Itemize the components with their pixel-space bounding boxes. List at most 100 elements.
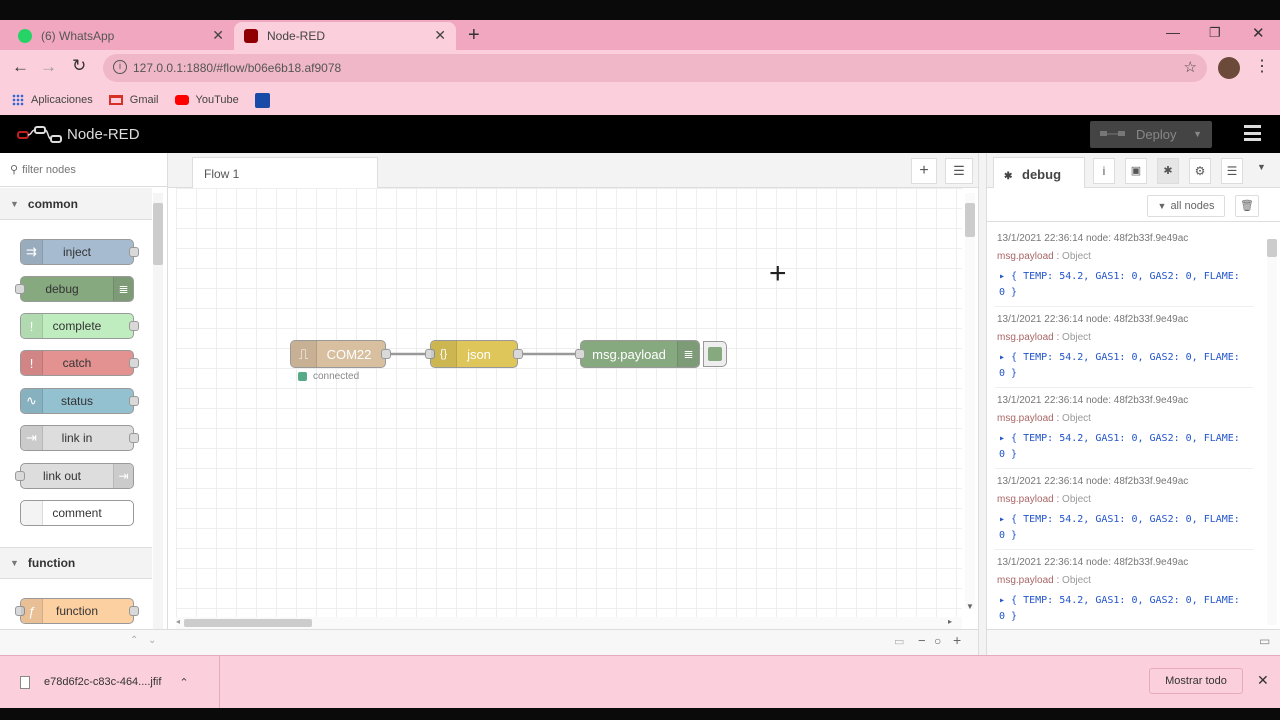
download-item[interactable]: e78d6f2c-c83c-464....jfif ⌃ — [0, 656, 220, 708]
scroll-right-icon[interactable]: ▸ — [948, 617, 952, 626]
minimize-button[interactable]: — — [1166, 24, 1180, 40]
debug-toggle-button[interactable] — [703, 341, 727, 367]
deploy-label: Deploy — [1136, 127, 1177, 142]
bookmark-square-icon — [254, 92, 270, 108]
address-bar[interactable]: i 127.0.0.1:1880/#flow/b06e6b18.af9078 ☆ — [103, 54, 1207, 82]
palette-node-catch[interactable]: ! catch — [20, 350, 139, 376]
category-common[interactable]: ▼ common — [0, 188, 152, 220]
palette-node-status[interactable]: ∿ status — [20, 388, 139, 414]
info-tab-icon[interactable]: i — [1093, 158, 1115, 184]
avatar[interactable] — [1218, 57, 1240, 79]
info-icon[interactable]: i — [113, 60, 127, 74]
bookmark-youtube[interactable]: YouTube — [174, 94, 239, 106]
tab-debug[interactable]: ✱ debug — [993, 157, 1085, 188]
input-port[interactable] — [575, 349, 585, 359]
sidebar-splitter[interactable] — [978, 153, 986, 655]
filter-input[interactable] — [22, 163, 143, 176]
zoom-out-button[interactable]: − — [918, 633, 926, 648]
tab-flow-1[interactable]: Flow 1 — [192, 157, 378, 188]
close-icon[interactable]: ✕ — [434, 27, 446, 44]
scrollbar-thumb[interactable] — [184, 619, 312, 627]
scrollbar-thumb[interactable] — [965, 203, 975, 237]
palette-node-inject[interactable]: ⇉ inject — [20, 239, 139, 265]
filter-nodes-button[interactable]: ▼ all nodes — [1147, 195, 1225, 217]
zoom-reset-button[interactable]: ○ — [934, 634, 941, 648]
help-book-icon[interactable]: ▣ — [1125, 158, 1147, 184]
node-red-header: Node-RED Deploy ▼ — [0, 115, 1280, 153]
chevron-down-icon[interactable]: ▼ — [1257, 162, 1266, 172]
chevron-up-icon[interactable]: ⌃ — [179, 676, 188, 689]
palette-node-comment[interactable]: comment — [20, 500, 134, 526]
flow-canvas[interactable]: ⎍ COM22 connected {} json msg.payload ≣ — [176, 188, 962, 617]
debug-message[interactable]: 13/1/2021 22:36:14 node: 48f2b33f.9e49ac… — [995, 553, 1253, 629]
bookmark-apps[interactable]: Aplicaciones — [12, 94, 93, 106]
hamburger-menu-icon[interactable] — [1244, 125, 1261, 141]
debug-message[interactable]: 13/1/2021 22:36:14 node: 48f2b33f.9e49ac… — [995, 391, 1253, 469]
back-icon[interactable]: ← — [12, 57, 29, 77]
debug-icon: ≣ — [113, 277, 133, 301]
reload-icon[interactable]: ↻ — [72, 56, 86, 76]
tab-node-red[interactable]: Node-RED ✕ — [234, 22, 456, 50]
deploy-icon — [1100, 131, 1125, 136]
show-all-button[interactable]: Mostrar todo — [1149, 668, 1243, 694]
config-gear-icon[interactable]: ⚙ — [1189, 158, 1211, 184]
message-payload[interactable]: ▸ { TEMP: 54.2, GAS1: 0, GAS2: 0, FLAME:… — [999, 593, 1249, 625]
pulse-icon: ∿ — [21, 389, 43, 413]
debug-message[interactable]: 13/1/2021 22:36:14 node: 48f2b33f.9e49ac… — [995, 310, 1253, 388]
bookmark-gmail[interactable]: Gmail — [108, 94, 159, 106]
flow-list-icon[interactable]: ☰ — [945, 158, 973, 184]
collapse-up-icon[interactable]: ⌃ — [130, 635, 138, 646]
menu-icon[interactable]: ⋮ — [1254, 56, 1270, 76]
url-text: 127.0.0.1:1880/#flow/b06e6b18.af9078 — [133, 61, 342, 75]
deploy-button[interactable]: Deploy ▼ — [1090, 121, 1212, 148]
navigator-icon[interactable]: ▭ — [894, 635, 904, 648]
bookmark-extra[interactable] — [254, 92, 277, 108]
palette-node-link-in[interactable]: ⇥ link in — [20, 425, 139, 451]
close-icon[interactable]: ✕ — [212, 27, 224, 44]
message-payload[interactable]: ▸ { TEMP: 54.2, GAS1: 0, GAS2: 0, FLAME:… — [999, 512, 1249, 544]
debug-message[interactable]: 13/1/2021 22:36:14 node: 48f2b33f.9e49ac… — [995, 472, 1253, 550]
star-icon[interactable]: ☆ — [1184, 58, 1197, 76]
flow-node-debug[interactable]: msg.payload ≣ — [575, 340, 700, 368]
output-port[interactable] — [381, 349, 391, 359]
palette-node-complete[interactable]: ! complete — [20, 313, 139, 339]
message-payload[interactable]: ▸ { TEMP: 54.2, GAS1: 0, GAS2: 0, FLAME:… — [999, 350, 1249, 382]
palette-node-debug[interactable]: debug ≣ — [15, 276, 134, 302]
tab-whatsapp[interactable]: (6) WhatsApp ✕ — [8, 22, 234, 50]
output-port[interactable] — [513, 349, 523, 359]
scroll-left-icon[interactable]: ◂ — [176, 617, 180, 626]
context-data-icon[interactable]: ☰ — [1221, 158, 1243, 184]
horizontal-scrollbar[interactable]: ◂ ▸ — [176, 617, 962, 629]
close-icon[interactable]: ✕ — [1257, 672, 1269, 689]
scroll-down-icon[interactable]: ▼ — [966, 602, 974, 611]
close-window-button[interactable]: ✕ — [1252, 24, 1265, 42]
flow-node-com22[interactable]: ⎍ COM22 — [290, 340, 391, 368]
palette-scrollbar[interactable] — [153, 193, 163, 629]
clear-messages-trash-icon[interactable]: 🗑 — [1235, 195, 1259, 217]
collapse-down-icon[interactable]: ⌄ — [148, 635, 156, 646]
forward-icon[interactable]: → — [40, 57, 57, 77]
add-flow-button[interactable]: + — [911, 158, 937, 184]
scrollbar-thumb[interactable] — [1267, 239, 1277, 257]
palette-node-function[interactable]: ƒ function — [15, 598, 139, 624]
sidebar-scrollbar[interactable] — [1267, 239, 1277, 625]
vertical-scrollbar[interactable]: ▼ — [965, 193, 975, 611]
new-tab-button[interactable]: + — [468, 24, 480, 47]
zoom-in-button[interactable]: + — [953, 632, 961, 648]
palette-filter[interactable]: ⚲ — [0, 153, 168, 187]
debug-icon: ≣ — [677, 341, 699, 367]
open-window-icon[interactable]: ▭ — [1259, 634, 1270, 648]
palette-node-link-out[interactable]: link out ⇥ — [15, 463, 134, 489]
debug-message[interactable]: 13/1/2021 22:36:14 node: 48f2b33f.9e49ac… — [995, 229, 1253, 307]
category-function[interactable]: ▼ function — [0, 547, 152, 579]
debug-tab-icon[interactable]: ✱ — [1157, 158, 1179, 184]
message-payload[interactable]: ▸ { TEMP: 54.2, GAS1: 0, GAS2: 0, FLAME:… — [999, 431, 1249, 463]
serial-icon: ⎍ — [291, 341, 317, 367]
link-out-icon: ⇥ — [113, 464, 133, 488]
message-payload[interactable]: ▸ { TEMP: 54.2, GAS1: 0, GAS2: 0, FLAME:… — [999, 269, 1249, 301]
scrollbar-thumb[interactable] — [153, 203, 163, 265]
gmail-icon — [108, 95, 123, 105]
flow-node-json[interactable]: {} json — [425, 340, 523, 368]
restore-button[interactable]: ❐ — [1209, 25, 1221, 41]
node-red-logo-icon — [17, 126, 62, 143]
